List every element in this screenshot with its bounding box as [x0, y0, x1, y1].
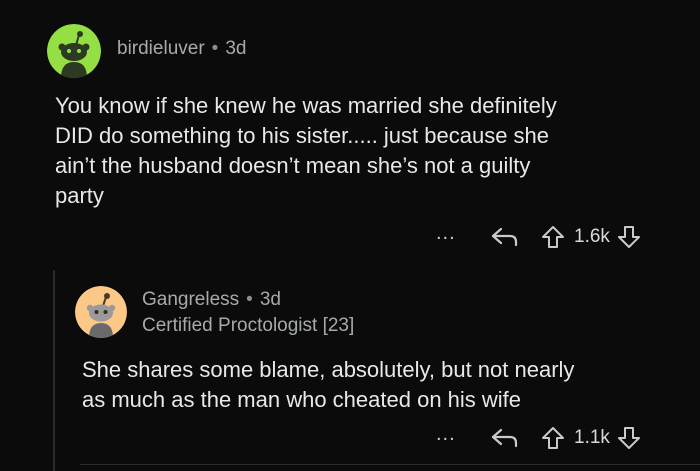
- avatar[interactable]: [47, 24, 101, 78]
- comment-header: birdieluver • 3d: [117, 38, 246, 60]
- comment-age: 3d: [259, 289, 281, 310]
- upvote-arrow-icon[interactable]: [540, 224, 566, 250]
- comment-body-line: party: [55, 183, 104, 208]
- snoo-avatar-icon: [75, 286, 127, 338]
- comment-header: Gangreless • 3d: [142, 289, 281, 311]
- comment-actions: ... 1.6k: [436, 222, 642, 252]
- more-options-button[interactable]: ...: [436, 222, 470, 245]
- comment-body-line: as much as the man who cheated on his wi…: [82, 387, 522, 412]
- comment-actions: ... 1.1k: [436, 423, 642, 453]
- reply-arrow-icon[interactable]: [490, 225, 520, 249]
- downvote-arrow-icon[interactable]: [616, 224, 642, 250]
- comment-body: She shares some blame, absolutely, but n…: [82, 355, 574, 415]
- snoo-avatar-icon: [47, 24, 101, 78]
- downvote-arrow-icon[interactable]: [616, 425, 642, 451]
- comment-thread: birdieluver • 3d You know if she knew he…: [0, 0, 700, 471]
- comment-body-line: She shares some blame, absolutely, but n…: [82, 357, 575, 382]
- comment-body-line: You know if she knew he was married she …: [55, 93, 557, 118]
- vote-score: 1.1k: [574, 427, 610, 448]
- comment-body-line: ain’t the husband doesn’t mean she’s not…: [55, 153, 531, 178]
- comment-body-line: DID do something to his sister..... just…: [55, 123, 550, 148]
- vote-score: 1.6k: [574, 226, 610, 247]
- separator-dot: •: [246, 289, 253, 310]
- comment-body: You know if she knew he was married she …: [55, 91, 557, 211]
- comment-age: 3d: [225, 38, 247, 59]
- upvote-arrow-icon[interactable]: [540, 425, 566, 451]
- separator-dot: •: [211, 38, 219, 59]
- avatar[interactable]: [75, 286, 127, 338]
- thread-indent-line[interactable]: [53, 270, 55, 471]
- username-link[interactable]: Gangreless: [142, 289, 239, 311]
- user-flair: Certified Proctologist [23]: [142, 315, 355, 336]
- more-options-button[interactable]: ...: [436, 423, 470, 446]
- divider: [80, 464, 700, 465]
- username-link[interactable]: birdieluver: [117, 38, 205, 60]
- reply-arrow-icon[interactable]: [490, 426, 520, 450]
